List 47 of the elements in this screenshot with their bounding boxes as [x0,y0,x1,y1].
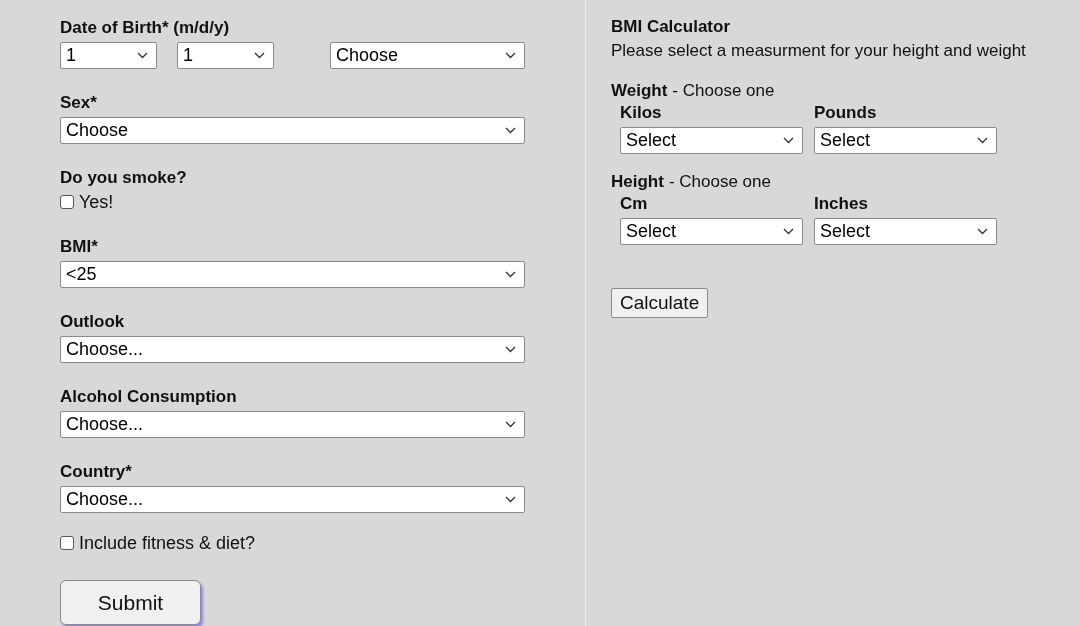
unit-label: Kilos [620,103,663,123]
instruction-text: Please select a measurment for your height and weight [611,40,1027,62]
group-title: Weight [611,81,668,100]
dropdown[interactable]: Select [620,127,803,154]
group-title: Height [611,172,664,191]
chevron-icon [505,346,516,353]
dropdown[interactable]: Select [814,127,997,154]
unit-label: Inches [814,194,869,214]
field-label: BMI* [60,236,99,258]
unit-label: Pounds [814,103,878,123]
checkbox-label: Yes! [79,191,114,213]
calculate-button[interactable]: Calculate [611,288,709,318]
group-hint: - Choose one [672,81,775,100]
chevron-icon [505,496,516,503]
dropdown[interactable]: Select [620,218,803,245]
chevron-icon [505,52,516,59]
checkbox-label: Include fitness & diet? [79,532,256,554]
field-label: Outlook [60,311,126,333]
chevron-icon [254,52,265,59]
chevron-icon [783,228,794,235]
chevron-icon [137,52,148,59]
section-title: BMI Calculator [611,16,732,38]
dropdown[interactable]: Choose... [60,336,525,363]
submit-button[interactable]: Submit [60,580,201,625]
chevron-icon [505,421,516,428]
dropdown[interactable]: 1 [177,42,274,69]
chevron-icon [505,127,516,134]
chevron-icon [977,228,988,235]
dropdown[interactable]: Choose... [60,411,525,438]
dropdown[interactable]: 1 [60,42,157,69]
field-label: Do you smoke? [60,167,188,189]
chevron-icon [783,137,794,144]
field-label: Date of Birth* (m/d/y) [60,17,231,39]
field-label: Alcohol Consumption [60,386,238,408]
checkbox[interactable] [60,195,74,209]
field-label: Country* [60,461,133,483]
dropdown[interactable]: <25 [60,261,525,288]
chevron-icon [505,271,516,278]
unit-label: Cm [620,194,649,214]
chevron-icon [977,137,988,144]
checkbox[interactable] [60,536,74,550]
dropdown[interactable]: Select [814,218,997,245]
group-hint: - Choose one [668,172,771,191]
field-label: Sex* [60,92,98,114]
dropdown[interactable]: Choose [330,42,525,69]
dropdown[interactable]: Choose [60,117,525,144]
dropdown[interactable]: Choose... [60,486,525,513]
